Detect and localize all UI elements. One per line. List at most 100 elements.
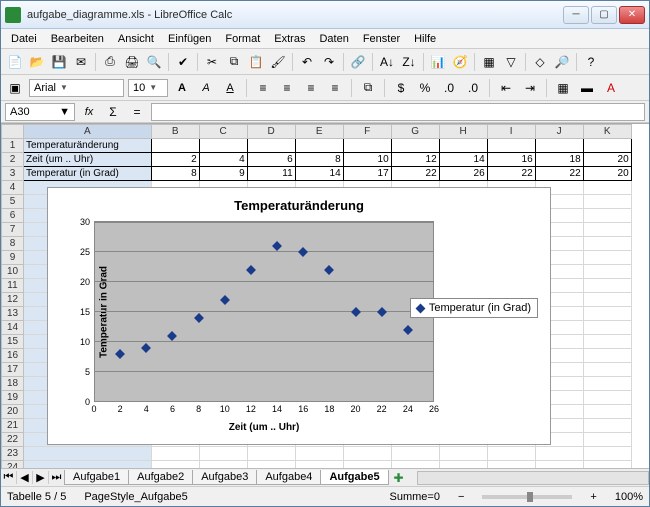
status-zoom[interactable]: 100% <box>615 491 643 503</box>
indent-inc-icon[interactable]: ⇥ <box>520 78 540 98</box>
decimal-remove-icon[interactable]: .0 <box>463 78 483 98</box>
align-justify-icon[interactable]: ≡ <box>325 78 345 98</box>
decimal-add-icon[interactable]: .0 <box>439 78 459 98</box>
cell-K24[interactable] <box>583 461 631 469</box>
menu-fenster[interactable]: Fenster <box>357 31 406 47</box>
cell-C23[interactable] <box>199 447 247 461</box>
sheet-tab-aufgabe5[interactable]: Aufgabe5 <box>320 470 388 485</box>
cell-E2[interactable]: 8 <box>295 153 343 167</box>
open-icon[interactable]: 📂 <box>27 52 47 72</box>
indent-dec-icon[interactable]: ⇤ <box>496 78 516 98</box>
cell-B24[interactable] <box>151 461 199 469</box>
cell-F23[interactable] <box>343 447 391 461</box>
zoom-in-icon[interactable]: + <box>590 491 596 503</box>
brush-icon[interactable]: 🖌 <box>268 52 288 72</box>
cell-B3[interactable]: 8 <box>151 167 199 181</box>
cell-D2[interactable]: 6 <box>247 153 295 167</box>
cell-G3[interactable]: 22 <box>391 167 439 181</box>
cell-H24[interactable] <box>439 461 487 469</box>
cell-J23[interactable] <box>535 447 583 461</box>
pdf-icon[interactable]: ⎙ <box>100 52 120 72</box>
cell-K5[interactable] <box>583 195 631 209</box>
cell-B2[interactable]: 2 <box>151 153 199 167</box>
cell-F3[interactable]: 17 <box>343 167 391 181</box>
function-wizard-icon[interactable]: fx <box>79 102 99 122</box>
formula-input[interactable] <box>151 103 645 121</box>
align-left-icon[interactable]: ≡ <box>253 78 273 98</box>
menu-datei[interactable]: Datei <box>5 31 43 47</box>
cell-J24[interactable] <box>535 461 583 469</box>
paste-icon[interactable]: 📋 <box>246 52 266 72</box>
sheet-tab-aufgabe3[interactable]: Aufgabe3 <box>192 470 257 485</box>
sheet-tab-aufgabe1[interactable]: Aufgabe1 <box>64 470 129 485</box>
percent-icon[interactable]: % <box>415 78 435 98</box>
horizontal-scrollbar[interactable] <box>417 471 649 485</box>
zoom-slider[interactable] <box>482 495 572 499</box>
cell-K11[interactable] <box>583 279 631 293</box>
copy-icon[interactable]: ⧉ <box>224 52 244 72</box>
name-box[interactable]: A30▼ <box>5 103 75 121</box>
chart-object[interactable]: Temperaturänderung Temperatur in Grad Ze… <box>47 187 551 445</box>
cell-E23[interactable] <box>295 447 343 461</box>
cell-J3[interactable]: 22 <box>535 167 583 181</box>
align-center-icon[interactable]: ≡ <box>277 78 297 98</box>
styles-icon[interactable]: ▣ <box>5 78 25 98</box>
cell-K21[interactable] <box>583 419 631 433</box>
hyperlink-icon[interactable]: 🔗 <box>348 52 368 72</box>
sheet-tab-aufgabe4[interactable]: Aufgabe4 <box>256 470 321 485</box>
cell-K23[interactable] <box>583 447 631 461</box>
cell-K8[interactable] <box>583 237 631 251</box>
cell-C24[interactable] <box>199 461 247 469</box>
menu-ansicht[interactable]: Ansicht <box>112 31 160 47</box>
cell-K6[interactable] <box>583 209 631 223</box>
cell-E1[interactable] <box>295 139 343 153</box>
cell-J1[interactable] <box>535 139 583 153</box>
cell-K1[interactable] <box>583 139 631 153</box>
cell-C3[interactable]: 9 <box>199 167 247 181</box>
cell-H2[interactable]: 14 <box>439 153 487 167</box>
cell-C2[interactable]: 4 <box>199 153 247 167</box>
cell-K7[interactable] <box>583 223 631 237</box>
maximize-button[interactable]: ▢ <box>591 6 617 24</box>
tab-last-icon[interactable]: ⏭ <box>49 471 65 484</box>
currency-icon[interactable]: $ <box>391 78 411 98</box>
sheet-tab-aufgabe2[interactable]: Aufgabe2 <box>128 470 193 485</box>
cell-K14[interactable] <box>583 321 631 335</box>
tab-prev-icon[interactable]: ◀ <box>17 471 33 484</box>
bold-icon[interactable]: A <box>172 78 192 98</box>
cell-F1[interactable] <box>343 139 391 153</box>
font-size-combo[interactable]: 10▼ <box>128 79 168 97</box>
new-icon[interactable]: 📄 <box>5 52 25 72</box>
cell-A3[interactable]: Temperatur (in Grad) <box>24 167 152 181</box>
equals-icon[interactable]: = <box>127 102 147 122</box>
cell-H23[interactable] <box>439 447 487 461</box>
borders-icon[interactable]: ▦ <box>553 78 573 98</box>
find-icon[interactable]: 🔎 <box>552 52 572 72</box>
merge-icon[interactable]: ⧉ <box>358 78 378 98</box>
spellcheck-icon[interactable]: ✔ <box>173 52 193 72</box>
cell-G23[interactable] <box>391 447 439 461</box>
cell-C1[interactable] <box>199 139 247 153</box>
cell-D23[interactable] <box>247 447 295 461</box>
sort-desc-icon[interactable]: Z↓ <box>399 52 419 72</box>
align-right-icon[interactable]: ≡ <box>301 78 321 98</box>
cell-K4[interactable] <box>583 181 631 195</box>
cell-I2[interactable]: 16 <box>487 153 535 167</box>
cell-I23[interactable] <box>487 447 535 461</box>
cell-H1[interactable] <box>439 139 487 153</box>
save-icon[interactable]: 💾 <box>49 52 69 72</box>
redo-icon[interactable]: ↷ <box>319 52 339 72</box>
cell-A2[interactable]: Zeit (um .. Uhr) <box>24 153 152 167</box>
zoom-out-icon[interactable]: − <box>458 491 464 503</box>
font-name-combo[interactable]: Arial▼ <box>29 79 124 97</box>
add-sheet-icon[interactable]: ✚ <box>389 468 409 488</box>
cell-K3[interactable]: 20 <box>583 167 631 181</box>
menu-bearbeiten[interactable]: Bearbeiten <box>45 31 110 47</box>
cell-G2[interactable]: 12 <box>391 153 439 167</box>
cell-H3[interactable]: 26 <box>439 167 487 181</box>
bgcolor-icon[interactable]: ▬ <box>577 78 597 98</box>
navigator-icon[interactable]: 🧭 <box>450 52 470 72</box>
cell-I1[interactable] <box>487 139 535 153</box>
cell-K10[interactable] <box>583 265 631 279</box>
headers-icon[interactable]: ▦ <box>479 52 499 72</box>
